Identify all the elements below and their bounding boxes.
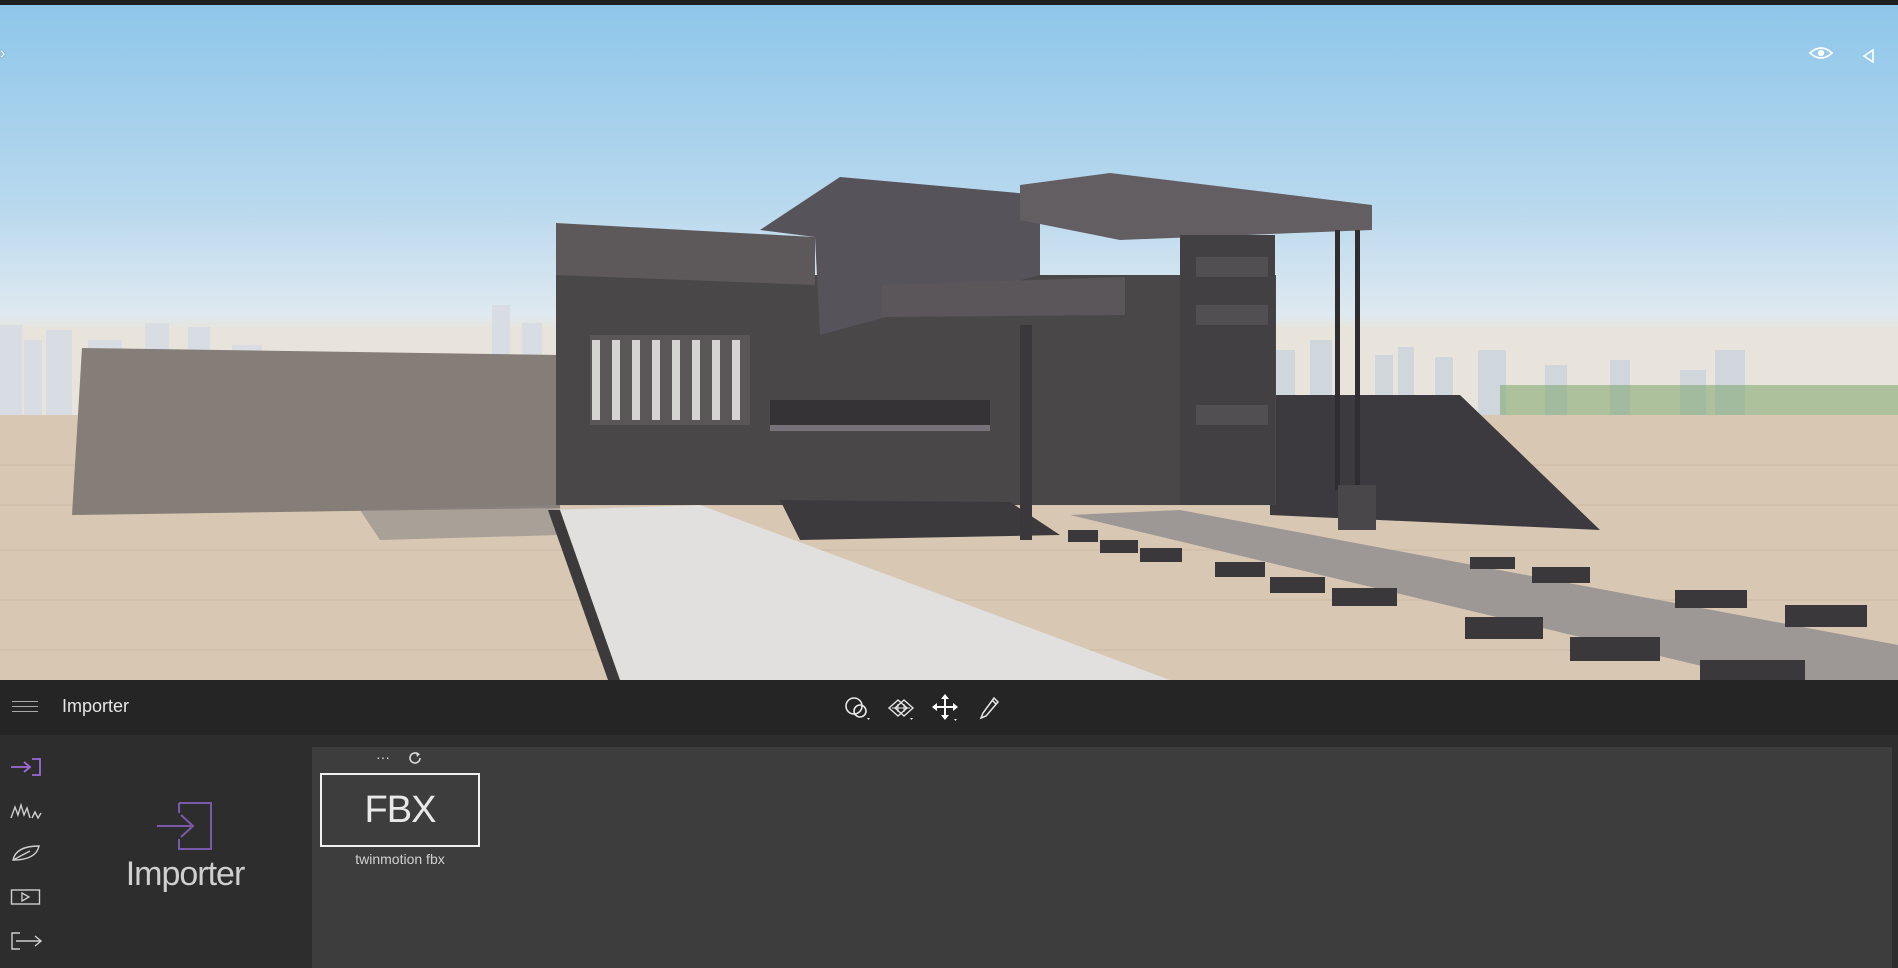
export-icon[interactable]	[10, 931, 43, 953]
bottom-toolbar: Importer	[0, 680, 1898, 735]
viewport[interactable]: ›	[0, 5, 1898, 680]
media-icon[interactable]	[10, 887, 42, 909]
refresh-icon[interactable]	[407, 750, 423, 769]
pipette-tool-icon[interactable]	[974, 693, 1004, 723]
fbx-file-thumbnail[interactable]: FBX	[320, 773, 480, 847]
fbx-file-label[interactable]: twinmotion fbx	[320, 851, 480, 867]
select-tool-icon[interactable]	[842, 693, 872, 723]
tool-group	[842, 690, 1004, 726]
panel-title: Importer	[125, 855, 246, 893]
move-tool-icon[interactable]	[930, 693, 960, 723]
toolbar-title: Importer	[62, 696, 130, 716]
importer-panel: Importer ··· FBX twinmotion fbx	[0, 735, 1898, 968]
importer-logo-icon	[155, 800, 215, 857]
terrain-icon[interactable]	[10, 801, 42, 823]
leaf-icon[interactable]	[10, 843, 42, 865]
chevron-right-icon[interactable]: ›	[0, 45, 5, 63]
more-options-button[interactable]: ···	[376, 749, 390, 765]
eye-icon[interactable]	[1808, 45, 1834, 66]
scene-render	[0, 173, 1898, 680]
scatter-tool-icon[interactable]	[886, 693, 916, 723]
triangle-left-icon[interactable]	[1862, 48, 1874, 68]
import-icon[interactable]	[10, 757, 42, 779]
library-content: ··· FBX twinmotion fbx	[312, 747, 1892, 968]
sidebar	[0, 735, 52, 968]
hamburger-menu-icon[interactable]	[12, 697, 38, 717]
